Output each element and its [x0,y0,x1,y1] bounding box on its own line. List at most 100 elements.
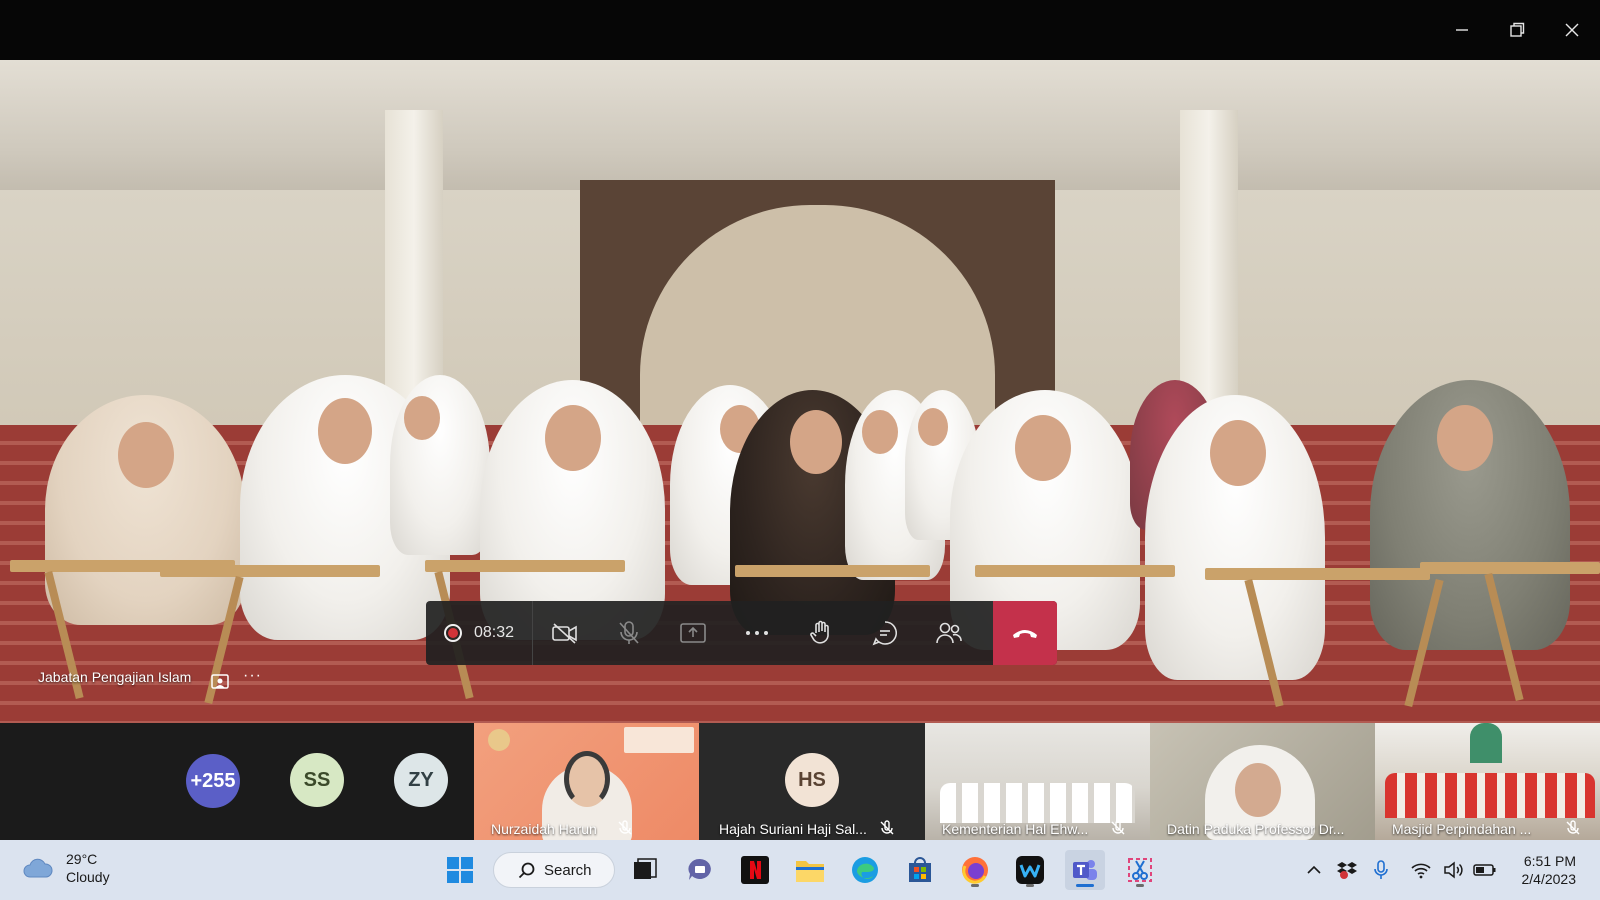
call-control-bar: 08:32 [426,601,1057,665]
weather-widget[interactable]: 29°C Cloudy [22,850,110,886]
more-icon [746,631,769,635]
video-face [918,408,948,446]
video-face [862,410,898,454]
tile-face [1235,763,1281,817]
recording-icon [444,624,462,642]
hang-up-icon [1013,630,1037,638]
battery-icon [1473,864,1496,876]
chevron-up-icon [1307,865,1321,874]
store-icon [909,857,931,882]
video-reading-table [1420,562,1600,574]
battery-tray-icon[interactable] [1473,840,1497,900]
participant-tile[interactable]: Masjid Perpindahan ... [1375,723,1600,840]
snipping-tool-button[interactable] [1120,850,1160,890]
video-face [118,422,174,488]
participants-button[interactable] [917,601,981,665]
minimize-button[interactable] [1440,10,1484,50]
participant-avatar[interactable]: SS [290,753,344,807]
search-icon [518,862,535,879]
taskbar-search[interactable]: Search [493,852,615,888]
cloud-icon [23,858,53,878]
minimize-icon [1456,29,1468,31]
tile-group-people [940,783,1135,823]
teams-button[interactable] [1065,850,1105,890]
firefox-icon [962,857,988,884]
participant-strip: +255 SS ZY Nurzaidah Harun HS Hajah Suri… [0,723,1600,840]
window-titlebar [0,0,1600,60]
video-face [404,396,440,440]
share-screen-button[interactable] [661,601,725,665]
more-actions-button[interactable] [725,601,789,665]
mic-toggle-button[interactable] [597,601,661,665]
video-reading-table [160,565,380,577]
video-face [318,398,372,464]
task-view-button[interactable] [625,850,665,890]
mic-off-icon [1110,820,1126,836]
video-face [790,410,842,474]
participant-tile[interactable]: Datin Paduka Professor Dr... [1150,723,1375,840]
folder-icon [796,861,824,882]
speaker-more-options[interactable]: ··· [243,667,262,685]
participant-avatar[interactable]: ZY [394,753,448,807]
participant-name: Hajah Suriani Haji Sal... [719,821,867,837]
video-face [1015,415,1071,481]
raise-hand-button[interactable] [789,601,853,665]
video-reading-table [735,565,930,577]
close-button[interactable] [1550,10,1594,50]
teams-icon [1073,860,1097,880]
mic-off-icon [619,621,639,644]
tile-group-people [1385,773,1595,818]
store-button[interactable] [900,850,940,890]
microphone-icon [1374,860,1388,879]
volume-tray-icon[interactable] [1443,840,1465,900]
hand-icon [810,620,829,644]
mic-off-icon [617,820,633,836]
chat-button[interactable] [853,601,917,665]
chat-icon [872,621,897,646]
crest-logo [488,729,510,751]
camera-toggle-button[interactable] [533,601,597,665]
microphone-tray-icon[interactable] [1373,840,1389,900]
webex-button[interactable] [1010,850,1050,890]
restore-button[interactable] [1495,10,1539,50]
video-face [1437,405,1493,471]
participant-tile[interactable]: Kementerian Hal Ehw... [925,723,1150,840]
firefox-button[interactable] [955,850,995,890]
active-indicator [1076,884,1094,887]
participant-name: Datin Paduka Professor Dr... [1167,821,1345,837]
participant-name: Masjid Perpindahan ... [1392,821,1532,837]
avatar-initials: HS [798,768,826,791]
snipping-icon [1128,858,1152,882]
dropbox-icon [1337,862,1357,879]
start-button[interactable] [440,850,480,890]
restore-icon [1510,22,1525,37]
video-person [390,375,490,555]
webex-icon [1016,856,1044,884]
network-tray-icon[interactable] [1410,840,1432,900]
dropbox-tray-icon[interactable] [1336,840,1358,900]
participant-avatar: HS [785,753,839,807]
call-duration: 08:32 [474,624,515,641]
edge-button[interactable] [845,850,885,890]
recording-timer: 08:32 [426,601,534,665]
clock-date: 2/4/2023 [1521,871,1577,887]
edge-icon [852,857,878,883]
weather-temperature: 29°C [66,851,98,867]
headphones-person [564,751,610,807]
task-view-icon [634,858,657,879]
share-icon [680,623,706,643]
teams-chat-button[interactable] [680,850,720,890]
participant-tile[interactable]: Nurzaidah Harun [474,723,699,840]
avatar-initials: SS [303,768,331,791]
file-explorer-button[interactable] [790,850,830,890]
participant-tile[interactable]: HS Hajah Suriani Haji Sal... [699,723,925,840]
clock-time: 6:51 PM [1523,853,1576,869]
system-clock[interactable]: 6:51 PM 2/4/2023 [1522,852,1577,888]
chat-app-icon [688,858,711,880]
speaker-volume-icon [1444,861,1463,879]
overflow-participants[interactable]: +255 [186,754,240,808]
show-hidden-icons-button[interactable] [1306,840,1322,900]
netflix-icon [741,856,769,884]
netflix-button[interactable] [735,850,775,890]
leave-call-button[interactable] [993,601,1057,665]
